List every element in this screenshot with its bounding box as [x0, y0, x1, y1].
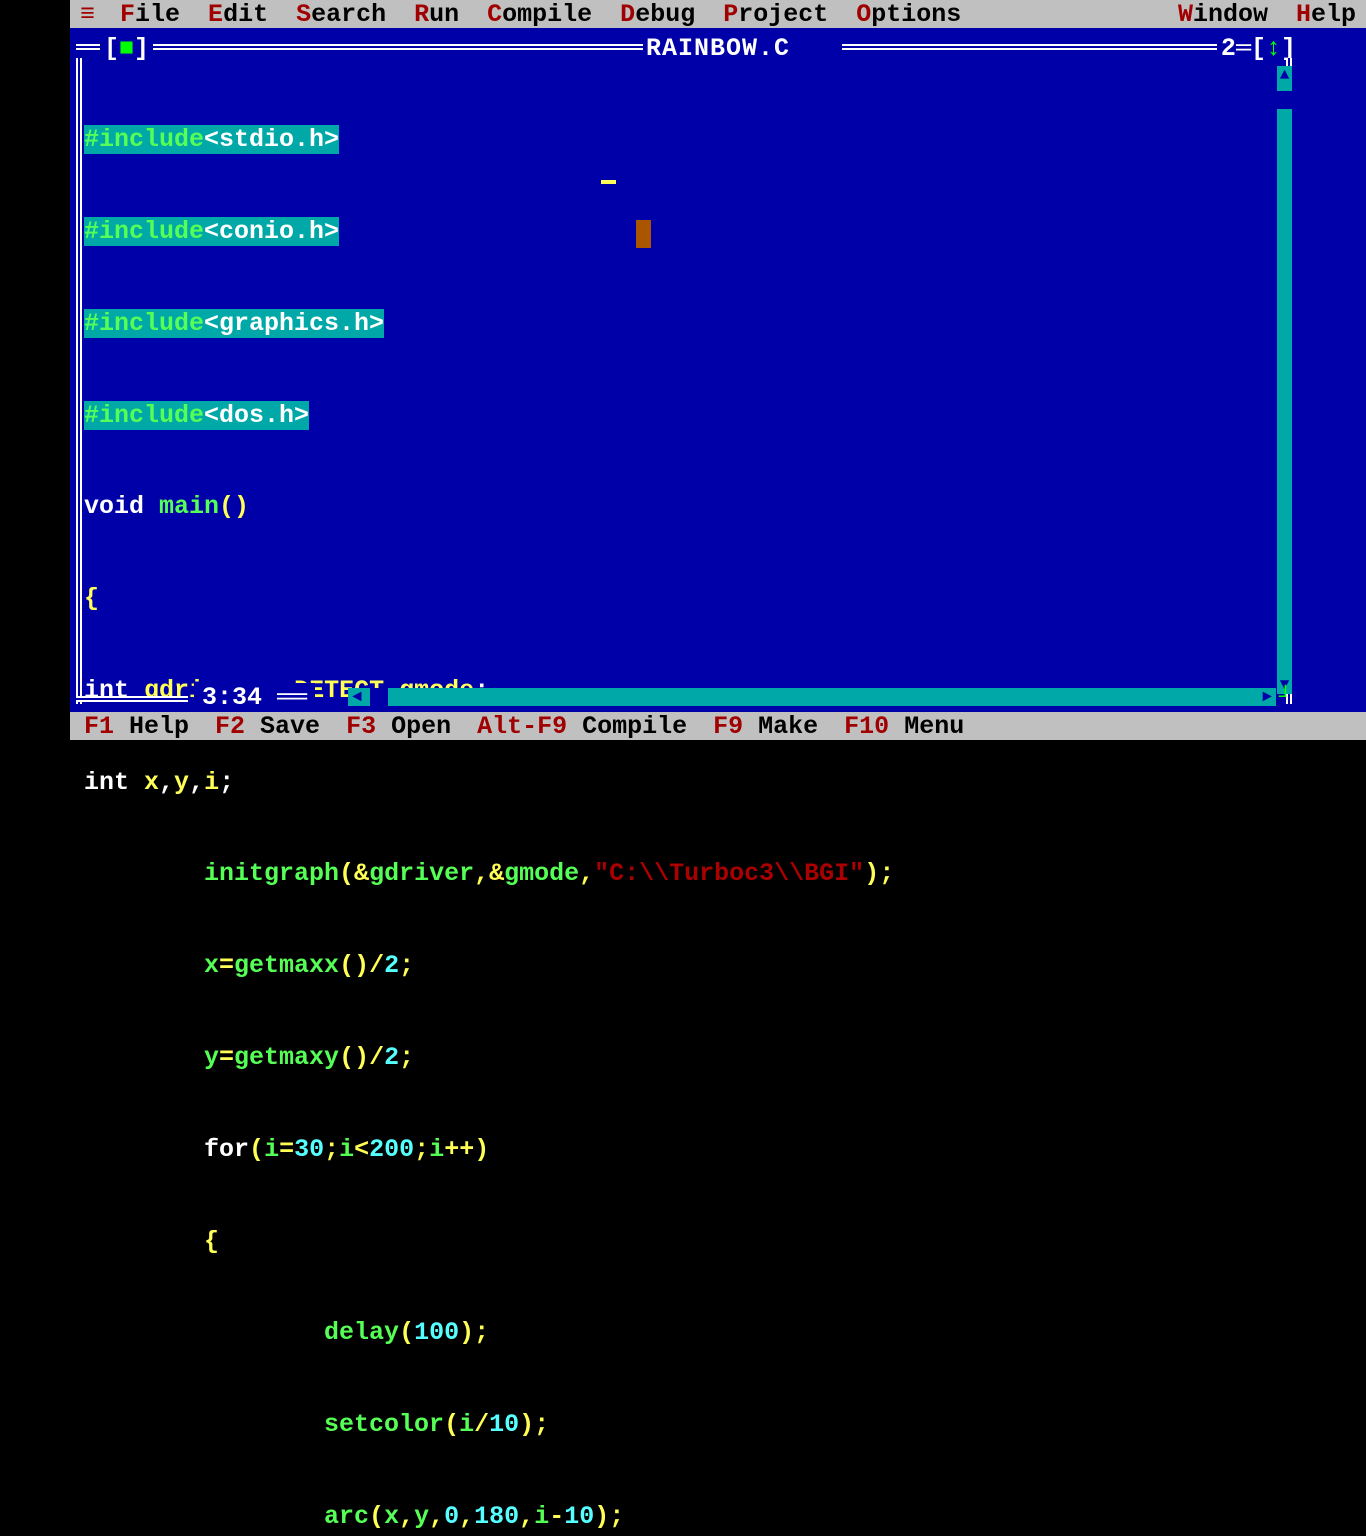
- hscroll-thumb[interactable]: [370, 688, 388, 706]
- editor-window: [■] RAINBOW.C 2═[↕] #include<stdio.h> #i…: [70, 28, 1366, 740]
- code-editor[interactable]: #include<stdio.h> #include<conio.h> #inc…: [84, 64, 1274, 1536]
- vscroll-thumb[interactable]: [1277, 91, 1292, 109]
- menu-compile[interactable]: Compile: [487, 0, 592, 29]
- status-help[interactable]: F1 Help: [84, 712, 189, 741]
- status-open[interactable]: F3 Open: [346, 712, 451, 741]
- cursor-position: 3:34 ══: [194, 683, 315, 712]
- menu-options[interactable]: Options: [856, 0, 961, 29]
- status-menu[interactable]: F10 Menu: [844, 712, 964, 741]
- text-cursor: [601, 180, 616, 184]
- status-save[interactable]: F2 Save: [215, 712, 320, 741]
- window-title: RAINBOW.C: [70, 34, 1366, 63]
- menu-edit[interactable]: Edit: [208, 0, 268, 29]
- status-bar: F1 Help F2 Save F3 Open Alt-F9 Compile F…: [70, 712, 1366, 740]
- menu-bar: ≡ File Edit Search Run Compile Debug Pro…: [70, 0, 1366, 28]
- cursor-block: [636, 220, 651, 248]
- system-menu-icon[interactable]: ≡: [80, 0, 95, 29]
- menu-run[interactable]: Run: [414, 0, 459, 29]
- scroll-left-icon[interactable]: ◄: [348, 688, 366, 706]
- scroll-right-icon[interactable]: ►: [1258, 688, 1276, 706]
- menu-help[interactable]: Help: [1296, 0, 1356, 29]
- status-make[interactable]: F9 Make: [713, 712, 818, 741]
- menu-search[interactable]: Search: [296, 0, 386, 29]
- menu-file[interactable]: File: [120, 0, 180, 29]
- title-bar: [■] RAINBOW.C 2═[↕]: [70, 34, 1366, 60]
- menu-project[interactable]: Project: [723, 0, 828, 29]
- vertical-scrollbar[interactable]: ▲ ▼: [1277, 66, 1292, 694]
- horizontal-scrollbar[interactable]: ◄ ►: [348, 688, 1276, 706]
- status-compile[interactable]: Alt-F9 Compile: [477, 712, 687, 741]
- menu-debug[interactable]: Debug: [620, 0, 695, 29]
- menu-window[interactable]: Window: [1178, 0, 1268, 29]
- resize-handle-icon[interactable]: ┘: [1279, 685, 1292, 710]
- scroll-up-icon[interactable]: ▲: [1277, 66, 1292, 84]
